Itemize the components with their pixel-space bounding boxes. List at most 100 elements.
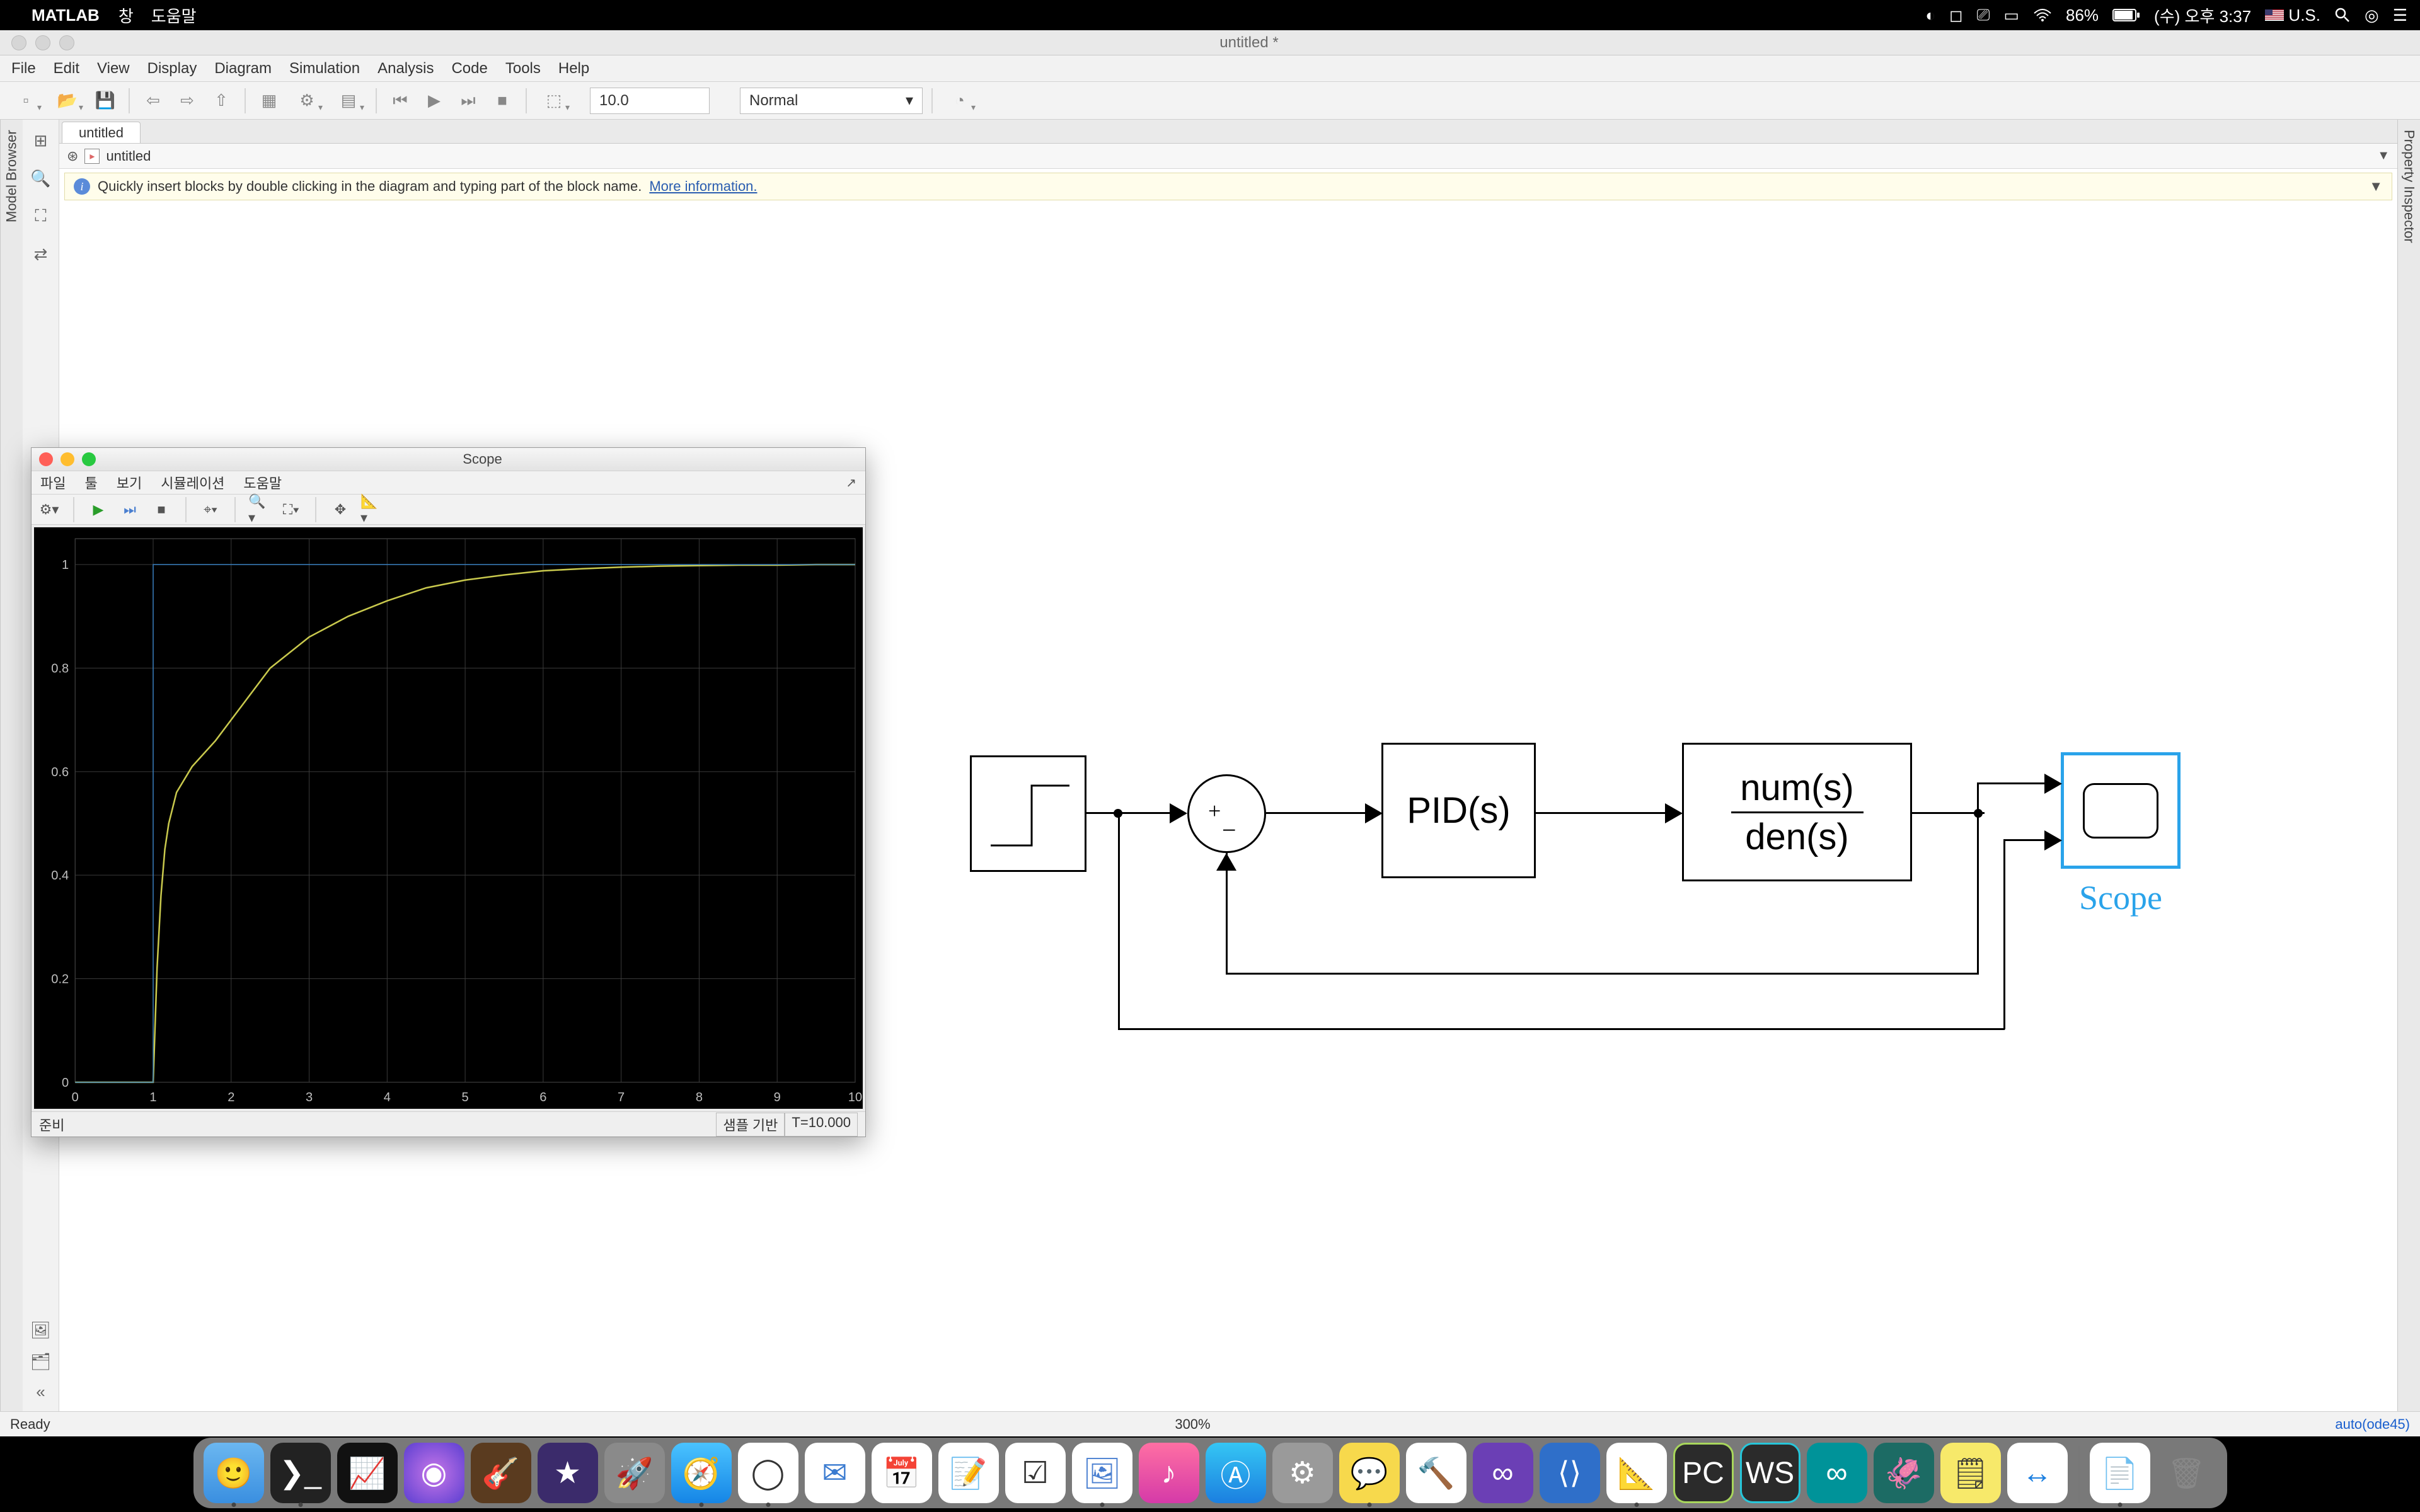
swap-icon[interactable]: ⇄ — [28, 241, 54, 267]
tip-more-link[interactable]: More information. — [649, 178, 757, 195]
dock-pycharm[interactable]: PC — [1673, 1443, 1734, 1503]
transfer-fcn-block[interactable]: num(s) den(s) — [1682, 743, 1912, 881]
status-icon2[interactable]: ◻ — [1949, 6, 1963, 25]
dock-vscode[interactable]: ⟨⟩ — [1540, 1443, 1600, 1503]
dock-garageband[interactable]: 🎸 — [471, 1443, 531, 1503]
simulation-mode-select[interactable]: Normal▾ — [740, 88, 923, 114]
menu-diagram[interactable]: Diagram — [214, 60, 272, 77]
scope-config-button[interactable]: ⚙▾ — [38, 498, 60, 521]
dock-appstore[interactable]: Ⓐ — [1206, 1443, 1266, 1503]
dock-chrome[interactable]: ◯ — [738, 1443, 798, 1503]
scope-menu-view[interactable]: 보기 — [117, 472, 142, 493]
status-icon3[interactable]: ⎚ — [1977, 5, 1990, 25]
scope-autoscale-button[interactable]: ⛶▾ — [280, 498, 302, 521]
dock-trash[interactable]: 🗑 — [2157, 1443, 2217, 1503]
minimize-icon[interactable] — [35, 35, 50, 50]
dock-sysprefs[interactable]: ⚙ — [1272, 1443, 1333, 1503]
scope-run-button[interactable]: ▶ — [87, 498, 110, 521]
dock-visualstudio[interactable]: ∞ — [1473, 1443, 1533, 1503]
sum-block[interactable]: + − — [1187, 774, 1266, 853]
wifi-icon[interactable] — [2033, 8, 2052, 22]
scope-menu-help[interactable]: 도움말 — [243, 472, 282, 493]
dock-finder[interactable]: 🙂 — [204, 1443, 264, 1503]
menubar-app-name[interactable]: MATLAB — [32, 6, 100, 25]
step-block[interactable] — [970, 755, 1086, 872]
pid-block[interactable]: PID(s) — [1381, 743, 1536, 878]
open-button[interactable]: 📂 — [49, 86, 86, 115]
tip-dropdown-icon[interactable]: ▼ — [2369, 178, 2383, 195]
dock-doc[interactable]: 📄 — [2090, 1443, 2150, 1503]
dock-stickies[interactable]: 🗒 — [1940, 1443, 2001, 1503]
menu-display[interactable]: Display — [147, 60, 197, 77]
build-button[interactable]: ◔ — [942, 86, 978, 115]
dock-preview[interactable]: 🖼 — [1072, 1443, 1132, 1503]
dock-arduino[interactable]: ∞ — [1807, 1443, 1867, 1503]
simulation-time-input[interactable]: 10.0 — [590, 88, 710, 114]
dock-gitkraken[interactable]: 🦑 — [1874, 1443, 1934, 1503]
scope-zoom-icon[interactable] — [82, 452, 96, 466]
scope-cursor-button[interactable]: ✥ — [329, 498, 352, 521]
spotlight-icon[interactable] — [2334, 7, 2351, 23]
scope-find-button[interactable]: ⌖▾ — [199, 498, 222, 521]
annotation-image-button[interactable]: 🖼 — [28, 1317, 54, 1343]
status-zoom[interactable]: 300% — [50, 1416, 2336, 1433]
zoom-button[interactable]: 🔍 — [28, 165, 54, 192]
close-icon[interactable] — [11, 35, 26, 50]
dock-reminders[interactable]: ☑ — [1005, 1443, 1066, 1503]
annotation-viewmark-button[interactable]: 🗂 — [28, 1348, 54, 1375]
dock-notes[interactable]: 📝 — [938, 1443, 999, 1503]
crumb-model-name[interactable]: untitled — [106, 148, 151, 164]
scope-block[interactable] — [2061, 752, 2181, 869]
up-button[interactable]: ⇧ — [207, 86, 236, 115]
battery-icon[interactable] — [2112, 9, 2140, 21]
dock-siri[interactable]: ◉ — [404, 1443, 464, 1503]
menu-edit[interactable]: Edit — [54, 60, 79, 77]
record-button[interactable]: ⬚ — [536, 86, 572, 115]
clock[interactable]: (수) 오후 3:37 — [2154, 4, 2251, 27]
scope-minimize-icon[interactable] — [60, 452, 74, 466]
new-model-button[interactable]: ▫ — [8, 86, 44, 115]
dock-mail[interactable]: ✉ — [805, 1443, 865, 1503]
scope-window[interactable]: Scope 파일 툴 보기 시뮬레이션 도움말 ↗ ⚙▾ ▶ ⏭ ■ ⌖▾ 🔍▾… — [31, 447, 866, 1137]
back-button[interactable]: ⇦ — [139, 86, 168, 115]
forward-button[interactable]: ⇨ — [173, 86, 202, 115]
dock-webstorm[interactable]: WS — [1740, 1443, 1801, 1503]
status-solver[interactable]: auto(ode45) — [2335, 1416, 2410, 1433]
scope-measure-button[interactable]: 📐▾ — [360, 498, 383, 521]
scope-menu-file[interactable]: 파일 — [40, 472, 66, 493]
menu-code[interactable]: Code — [451, 60, 487, 77]
scope-stop-button[interactable]: ■ — [150, 498, 173, 521]
scope-close-icon[interactable] — [39, 452, 53, 466]
hide-browser-button[interactable]: ⊞ — [28, 127, 54, 154]
menu-file[interactable]: File — [11, 60, 36, 77]
dock-terminal[interactable]: ❯_ — [270, 1443, 331, 1503]
scope-zoom-button[interactable]: 🔍▾ — [248, 498, 271, 521]
menu-view[interactable]: View — [97, 60, 130, 77]
input-lang[interactable]: U.S. — [2265, 6, 2320, 25]
scope-titlebar[interactable]: Scope — [32, 448, 865, 471]
dock-kakaotalk[interactable]: 💬 — [1339, 1443, 1400, 1503]
step-forward-button[interactable]: ⏭ — [454, 86, 483, 115]
zoom-icon[interactable] — [59, 35, 74, 50]
property-inspector-tab[interactable]: Property Inspector — [2397, 120, 2420, 1411]
log-button[interactable]: ▤ — [330, 86, 367, 115]
menubar-window[interactable]: 창 — [118, 4, 134, 27]
tab-untitled[interactable]: untitled — [62, 122, 141, 143]
dock-safari[interactable]: 🧭 — [671, 1443, 732, 1503]
collapse-button[interactable]: « — [28, 1378, 54, 1405]
menu-simulation[interactable]: Simulation — [289, 60, 360, 77]
status-display-icon[interactable]: ▭ — [2003, 6, 2019, 25]
dock-star-app[interactable]: ★ — [538, 1443, 598, 1503]
menu-help[interactable]: Help — [558, 60, 589, 77]
run-button[interactable]: ▶ — [420, 86, 449, 115]
crumb-dropdown-icon[interactable]: ▼ — [2377, 149, 2390, 163]
library-button[interactable]: ▦ — [255, 86, 284, 115]
save-button[interactable]: 💾 — [91, 86, 120, 115]
dock-itunes[interactable]: ♪ — [1139, 1443, 1199, 1503]
scope-menu-tools[interactable]: 툴 — [84, 472, 97, 493]
scope-menu-sim[interactable]: 시뮬레이션 — [161, 472, 224, 493]
dock-activity[interactable]: 📈 — [337, 1443, 398, 1503]
dock-xcode[interactable]: 🔨 — [1406, 1443, 1466, 1503]
fit-button[interactable]: ⛶ — [28, 203, 54, 229]
scope-step-button[interactable]: ⏭ — [118, 498, 141, 521]
